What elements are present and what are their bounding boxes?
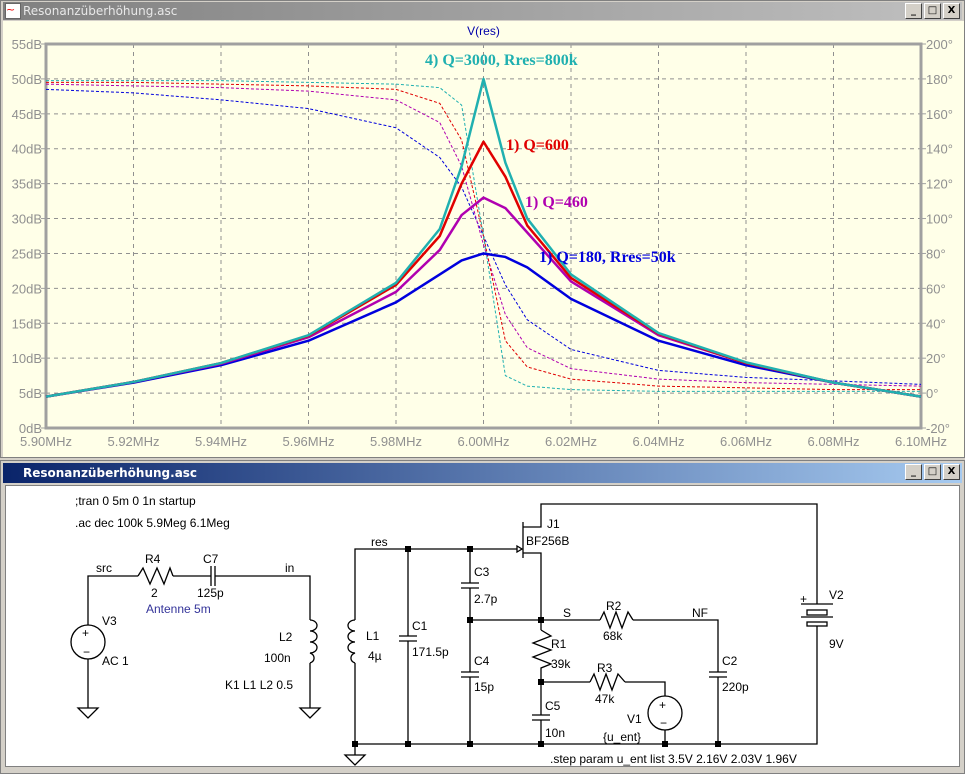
trace-label: V(res): [467, 24, 500, 38]
y2-tick-label: 160°: [926, 107, 953, 122]
schematic-window: Resonanzüberhöhung.asc _ □ X: [0, 460, 965, 774]
curve-annotation: 1) Q=600: [506, 137, 569, 154]
close-button[interactable]: X: [943, 464, 960, 480]
x-tick-label: 6.04MHz: [632, 434, 684, 449]
minimize-button[interactable]: _: [905, 3, 922, 19]
y-tick-label: 20dB: [12, 281, 42, 296]
y-tick-label: 15dB: [12, 316, 42, 331]
x-tick-label: 5.92MHz: [107, 434, 159, 449]
y2-tick-label: 60°: [926, 281, 946, 296]
x-tick-label: 5.94MHz: [195, 434, 247, 449]
y-tick-label: 45dB: [12, 107, 42, 122]
close-button[interactable]: X: [943, 3, 960, 19]
y-tick-label: 5dB: [19, 386, 42, 401]
x-tick-label: 5.98MHz: [370, 434, 422, 449]
y-tick-label: 35dB: [12, 177, 42, 192]
y2-tick-label: 100°: [926, 212, 953, 227]
schematic-canvas[interactable]: [5, 485, 960, 767]
x-tick-label: 6.00MHz: [457, 434, 509, 449]
y2-tick-label: 120°: [926, 177, 953, 192]
curve-annotation: 1) Q=180, Rres=50k: [539, 249, 676, 266]
y2-tick-label: 20°: [926, 351, 946, 366]
maximize-button[interactable]: □: [924, 464, 941, 480]
curve-annotation: 4) Q=3000, Rres=800k: [425, 52, 578, 69]
waveform-app-icon: ~: [5, 3, 21, 19]
y-tick-label: 40dB: [12, 142, 42, 157]
y2-tick-label: 180°: [926, 72, 953, 87]
y-tick-label: 55dB: [12, 37, 42, 52]
bode-plot[interactable]: 5.90MHz 5.92MHz 5.94MHz 5.96MHz 5.98MHz 6.00M…: [3, 21, 964, 457]
x-tick-label: 6.06MHz: [720, 434, 772, 449]
x-tick-label: 5.90MHz: [20, 434, 72, 449]
y-tick-label: 25dB: [12, 246, 42, 261]
schematic-title-bar[interactable]: Resonanzüberhöhung.asc _ □ X: [3, 463, 962, 483]
curve-annotation: 1) Q=460: [525, 194, 588, 211]
minimize-button[interactable]: _: [905, 464, 922, 480]
plot-title-bar[interactable]: ~ Resonanzüberhöhung.asc _ □ X: [3, 2, 962, 20]
y2-tick-label: 140°: [926, 142, 953, 157]
y2-tick-label: 40°: [926, 316, 946, 331]
x-tick-label: 6.02MHz: [545, 434, 597, 449]
y2-tick-label: 80°: [926, 246, 946, 261]
x-tick-label: 5.96MHz: [282, 434, 334, 449]
y2-tick-label: 0°: [926, 386, 938, 401]
plot-window: ~ Resonanzüberhöhung.asc _ □ X 5.90MHz 5.…: [0, 0, 965, 458]
x-tick-label: 6.08MHz: [807, 434, 859, 449]
y2-tick-label: 200°: [926, 37, 953, 52]
maximize-button[interactable]: □: [924, 3, 941, 19]
y-tick-label: 30dB: [12, 212, 42, 227]
schematic-window-title: Resonanzüberhöhung.asc: [23, 466, 198, 480]
y-tick-label: 0dB: [19, 421, 42, 436]
plot-window-title: Resonanzüberhöhung.asc: [23, 4, 178, 18]
y2-tick-label: -20°: [926, 421, 950, 436]
y-tick-label: 10dB: [12, 351, 42, 366]
y-tick-label: 50dB: [12, 72, 42, 87]
x-tick-label: 6.10MHz: [895, 434, 947, 449]
